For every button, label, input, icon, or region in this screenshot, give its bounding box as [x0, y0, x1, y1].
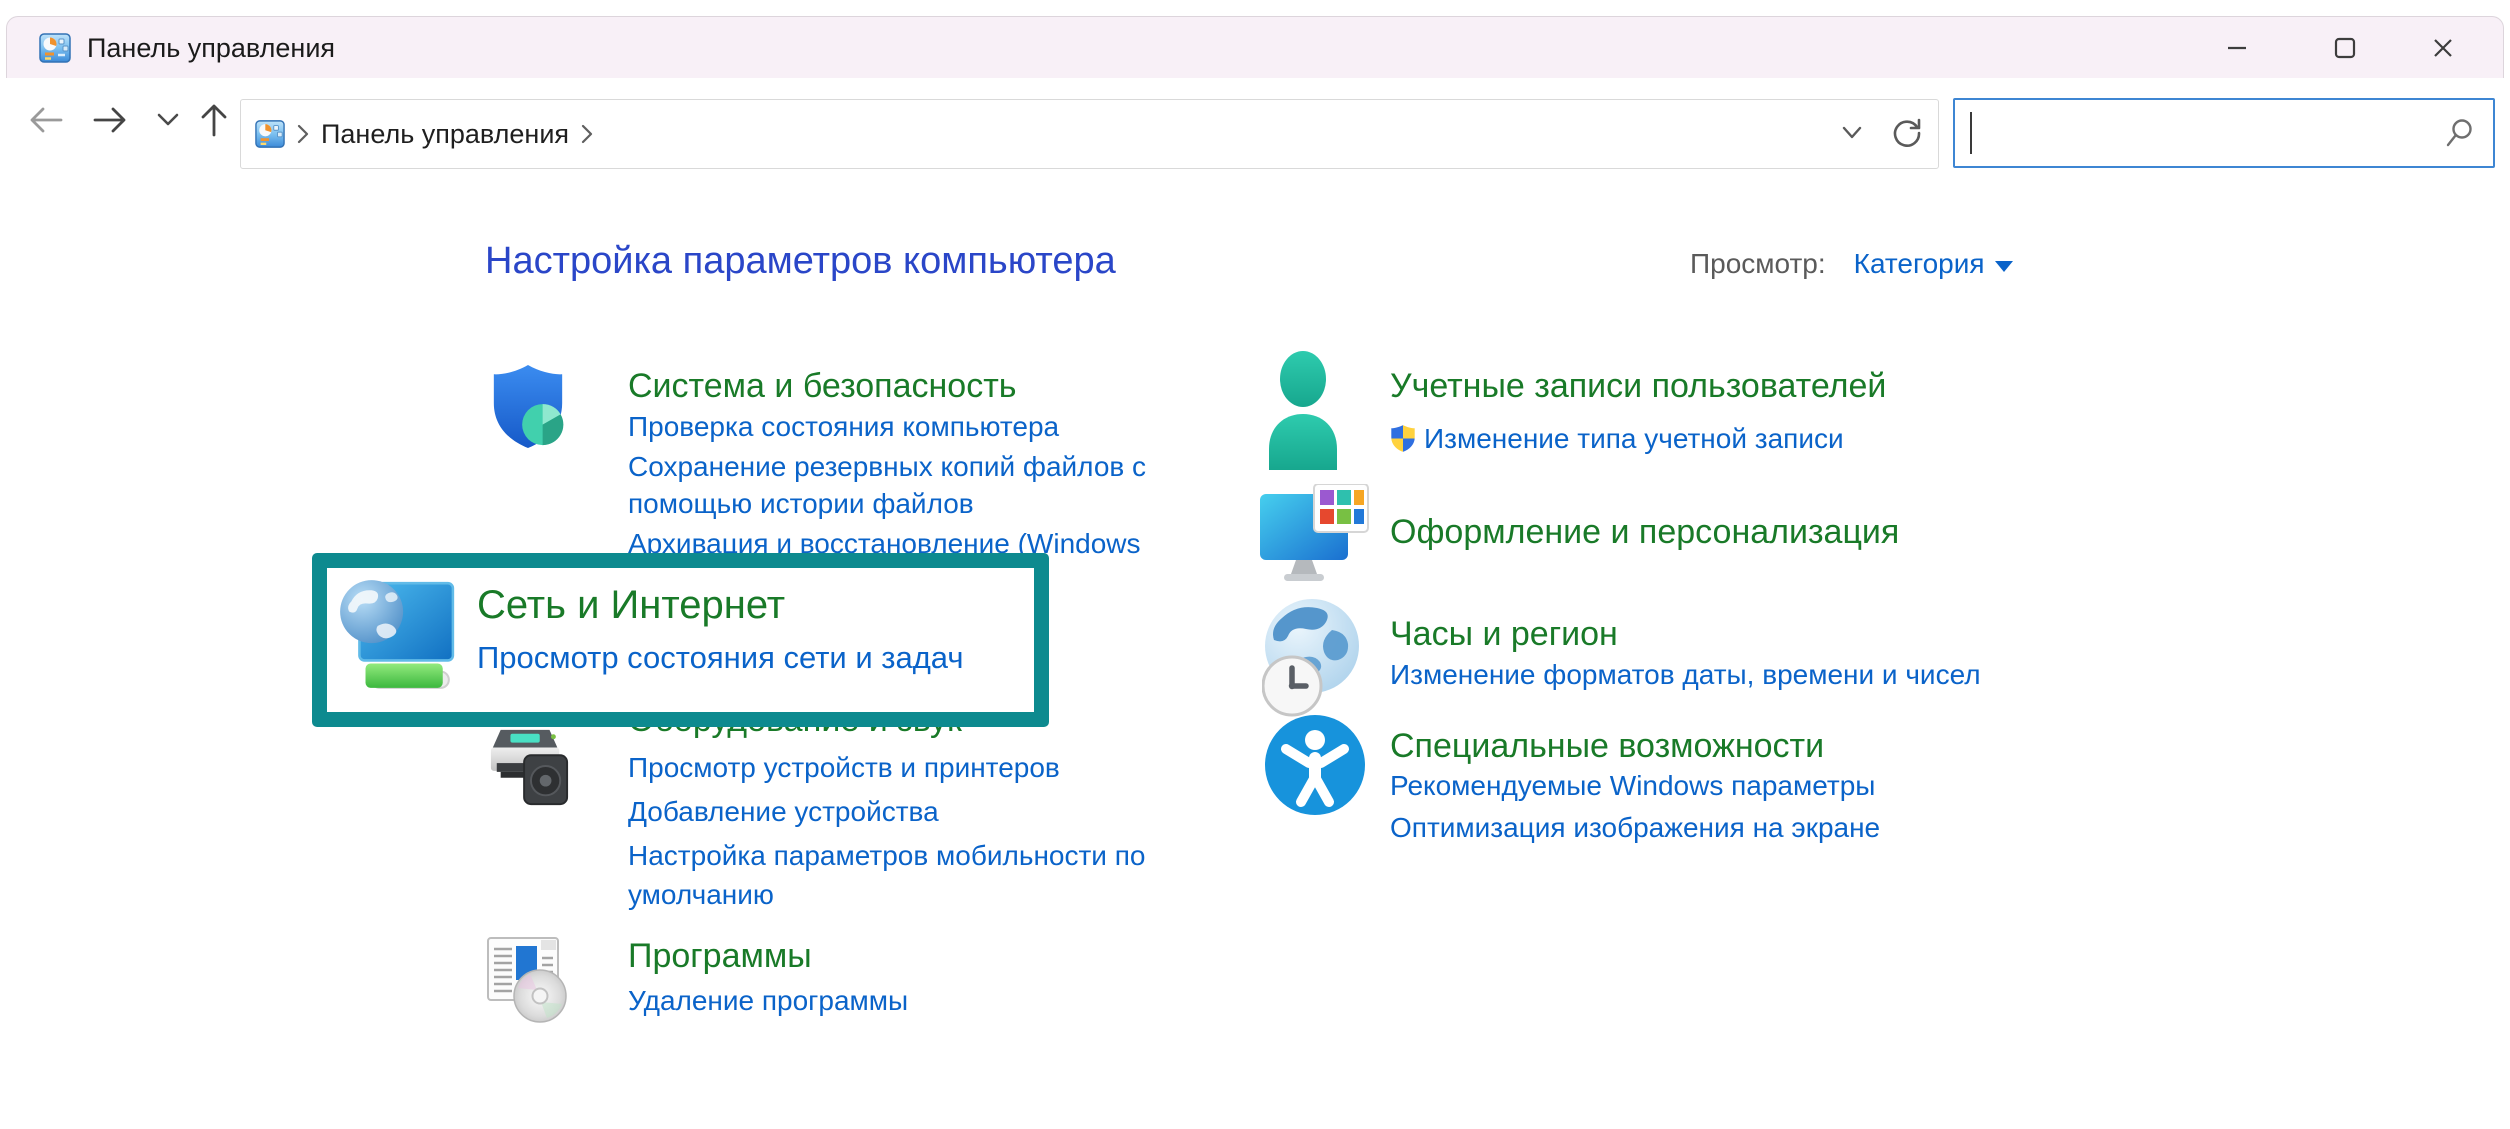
section-clock-region-links: Изменение форматов даты, времени и чисел	[1390, 656, 2040, 696]
clock-region-icon[interactable]	[1262, 596, 1360, 718]
control-panel-breadcrumb-icon	[255, 119, 285, 149]
section-ease-of-access-links: Рекомендуемые Windows параметры Оптимиза…	[1390, 766, 2040, 850]
forward-button[interactable]	[88, 98, 132, 142]
view-by-dropdown-caret[interactable]	[1995, 261, 2013, 272]
link-recommended-settings[interactable]: Рекомендуемые Windows параметры	[1390, 766, 2040, 805]
view-by-label: Просмотр:	[1690, 248, 1826, 280]
accessibility-icon[interactable]	[1264, 714, 1366, 816]
navigation-bar: Панель управления	[0, 78, 2510, 182]
section-title-user-accounts[interactable]: Учетные записи пользователей	[1390, 366, 1886, 406]
address-dropdown-icon[interactable]	[1840, 125, 1864, 141]
page-title: Настройка параметров компьютера	[485, 240, 1116, 283]
user-accounts-icon[interactable]	[1267, 350, 1339, 470]
view-by-value[interactable]: Категория	[1854, 248, 1985, 280]
titlebar: Панель управления	[6, 16, 2504, 79]
section-title-appearance[interactable]: Оформление и персонализация	[1390, 512, 1899, 552]
back-arrow-icon	[27, 103, 65, 137]
refresh-icon[interactable]	[1890, 116, 1924, 150]
link-add-device[interactable]: Добавление устройства	[628, 792, 1158, 831]
search-input[interactable]	[1969, 108, 2413, 156]
section-hardware-sound-links: Просмотр устройств и принтеров Добавлени…	[628, 748, 1158, 919]
link-change-date-time-formats[interactable]: Изменение форматов даты, времени и чисел	[1390, 656, 2040, 693]
control-panel-window: Панель управления	[0, 0, 2510, 1129]
section-user-accounts-links: Изменение типа учетной записи	[1390, 420, 2040, 457]
section-user-accounts: Учетные записи пользователей	[1390, 366, 2040, 406]
link-optimize-display[interactable]: Оптимизация изображения на экране	[1390, 808, 2040, 847]
section-title-ease-of-access[interactable]: Специальные возможности	[1390, 726, 1824, 766]
security-shield-icon[interactable]	[487, 362, 569, 452]
hardware-sound-icon[interactable]	[487, 722, 571, 812]
breadcrumb-control-panel[interactable]: Панель управления	[321, 119, 569, 150]
section-appearance: Оформление и персонализация	[1390, 512, 2040, 552]
close-button[interactable]	[2411, 17, 2475, 79]
minimize-icon	[2223, 34, 2251, 62]
minimize-button[interactable]	[2205, 17, 2269, 79]
view-by-control: Просмотр: Категория	[1690, 248, 2013, 280]
breadcrumb-chevron-icon	[295, 123, 311, 145]
section-programs: Программы	[628, 936, 1158, 976]
network-internet-highlight-box: Сеть и Интернет Просмотр состояния сети …	[312, 553, 1049, 727]
section-clock-region: Часы и регион	[1390, 614, 2040, 654]
close-icon	[2429, 34, 2457, 62]
maximize-icon	[2331, 34, 2359, 62]
link-check-computer-status[interactable]: Проверка состояния компьютера	[628, 408, 1158, 445]
section-system-security: Система и безопасность	[628, 366, 1158, 406]
link-uninstall-program[interactable]: Удаление программы	[628, 982, 1158, 1019]
chevron-down-icon	[155, 111, 181, 129]
window-title: Панель управления	[87, 33, 335, 64]
section-title-clock-region[interactable]: Часы и регион	[1390, 614, 1618, 654]
up-arrow-icon	[197, 101, 231, 139]
section-ease-of-access: Специальные возможности	[1390, 726, 2040, 766]
section-title-network-internet[interactable]: Сеть и Интернет	[477, 583, 785, 628]
recent-locations-button[interactable]	[146, 98, 190, 142]
section-title-system-security[interactable]: Система и безопасность	[628, 366, 1016, 406]
section-title-programs[interactable]: Программы	[628, 936, 812, 976]
appearance-icon[interactable]	[1260, 484, 1370, 598]
link-mobility-settings[interactable]: Настройка параметров мобильности по умол…	[628, 836, 1158, 914]
up-button[interactable]	[192, 98, 236, 142]
maximize-button[interactable]	[2313, 17, 2377, 79]
forward-arrow-icon	[91, 103, 129, 137]
link-view-devices-printers[interactable]: Просмотр устройств и принтеров	[628, 748, 1158, 787]
link-view-network-status[interactable]: Просмотр состояния сети и задач	[477, 640, 964, 676]
control-panel-app-icon	[39, 32, 71, 64]
link-change-account-type[interactable]: Изменение типа учетной записи	[1424, 420, 1844, 457]
programs-icon[interactable]	[485, 932, 571, 1026]
back-button[interactable]	[24, 98, 68, 142]
section-programs-links: Удаление программы	[628, 982, 1158, 1022]
network-icon[interactable]	[335, 571, 457, 697]
link-file-history-backup[interactable]: Сохранение резервных копий файлов с помо…	[628, 448, 1158, 522]
uac-shield-icon	[1390, 424, 1416, 453]
search-box[interactable]	[1953, 98, 2495, 168]
search-icon	[2443, 116, 2477, 150]
address-bar[interactable]: Панель управления	[240, 99, 1939, 169]
breadcrumb-chevron-icon[interactable]	[579, 123, 595, 145]
